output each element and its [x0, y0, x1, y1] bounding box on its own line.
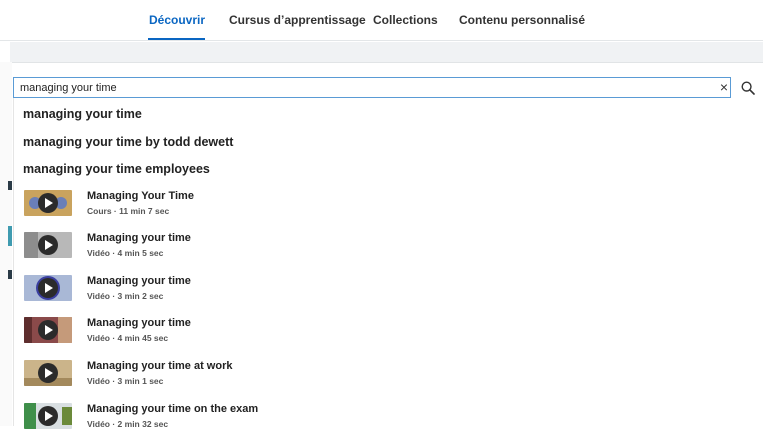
result-title: Managing your time: [87, 275, 191, 287]
result-title: Managing your time on the exam: [87, 403, 259, 415]
background-marker: [8, 270, 12, 279]
result-meta: Vidéo · 4 min 5 sec: [87, 248, 164, 258]
background-marker: [8, 226, 12, 246]
result-item[interactable]: Managing Your Time Cours · 11 min 7 sec: [14, 190, 754, 230]
search-dropdown: managing your time managing your time by…: [13, 98, 763, 429]
search-button[interactable]: [733, 77, 763, 98]
result-title: Managing your time: [87, 317, 191, 329]
top-nav: Découvrir Cursus d’apprentissage Collect…: [0, 0, 763, 41]
clear-icon[interactable]: ×: [718, 79, 730, 95]
gray-band: [10, 42, 763, 63]
result-item[interactable]: Managing your time on the exam Vidéo · 2…: [14, 403, 754, 443]
search-input[interactable]: [20, 80, 700, 95]
active-tab-indicator: [148, 38, 205, 40]
result-item[interactable]: Managing your time at work Vidéo · 3 min…: [14, 360, 754, 400]
background-marker: [8, 181, 12, 190]
video-thumbnail: [24, 275, 72, 301]
result-title: Managing Your Time: [87, 190, 194, 202]
tab-contenu-personnalise[interactable]: Contenu personnalisé: [459, 13, 585, 27]
result-meta: Vidéo · 3 min 2 sec: [87, 291, 164, 301]
suggestion-item[interactable]: managing your time: [23, 107, 142, 121]
video-thumbnail: [24, 403, 72, 429]
tab-decouvrir[interactable]: Découvrir: [149, 13, 205, 27]
video-thumbnail: [24, 360, 72, 386]
result-meta: Vidéo · 3 min 1 sec: [87, 376, 164, 386]
result-title: Managing your time at work: [87, 360, 233, 372]
result-meta: Cours · 11 min 7 sec: [87, 206, 170, 216]
course-thumbnail: [24, 190, 72, 216]
tab-collections[interactable]: Collections: [373, 13, 438, 27]
video-thumbnail: [24, 232, 72, 258]
result-meta: Vidéo · 2 min 32 sec: [87, 419, 169, 429]
tab-cursus[interactable]: Cursus d’apprentissage: [229, 13, 366, 27]
search-box: [13, 77, 731, 98]
result-title: Managing your time: [87, 232, 191, 244]
video-thumbnail: [24, 317, 72, 343]
result-meta: Vidéo · 4 min 45 sec: [87, 333, 169, 343]
suggestion-item[interactable]: managing your time employees: [23, 162, 210, 176]
result-item[interactable]: Managing your time Vidéo · 3 min 2 sec: [14, 275, 754, 315]
result-item[interactable]: Managing your time Vidéo · 4 min 45 sec: [14, 317, 754, 357]
suggestion-item[interactable]: managing your time by todd dewett: [23, 135, 233, 149]
result-item[interactable]: Managing your time Vidéo · 4 min 5 sec: [14, 232, 754, 272]
search-icon: [741, 80, 755, 95]
